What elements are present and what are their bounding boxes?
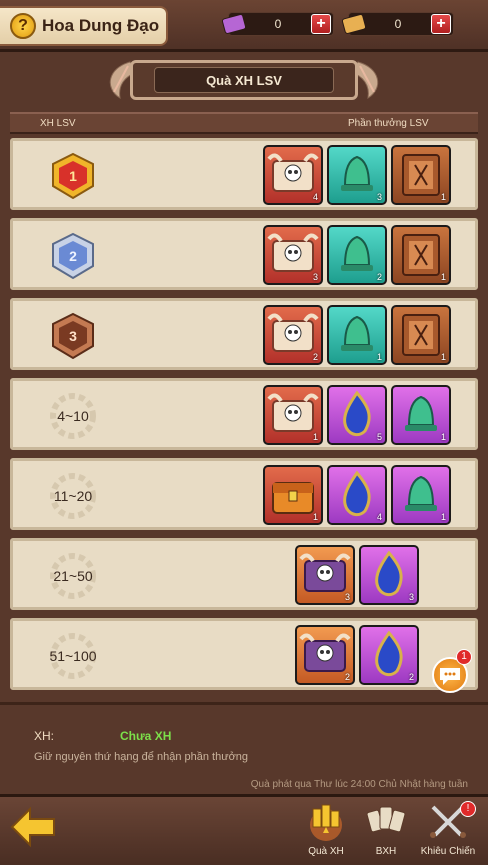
rank-value: 4~10 <box>57 408 89 424</box>
chat-notification-badge: 1 <box>456 649 472 665</box>
rank-value: 11~20 <box>53 488 93 504</box>
reward-item-jade-bell[interactable]: 2 <box>327 225 387 285</box>
col-reward-label: Phần thưởng LSV <box>348 118 429 129</box>
resource-value: 0 <box>394 17 402 31</box>
reward-row-rank-11-20: 11~20 1 4 1 <box>10 458 478 530</box>
help-button[interactable]: ? <box>10 13 36 39</box>
reward-row-rank-3: 3 2 1 1 <box>10 298 478 370</box>
item-count: 2 <box>312 352 318 362</box>
rank-range: 51~100 <box>43 631 103 681</box>
tab-rank-rewards[interactable]: Quà XH <box>296 799 356 865</box>
rank-status: Chưa XH <box>120 729 172 743</box>
tab-leaderboard[interactable]: BXH <box>356 799 416 865</box>
rank-badge-bronze: 3 <box>43 311 103 361</box>
title-tab: ? Hoa Dung Đạo <box>0 6 168 46</box>
col-rank-label: XH LSV <box>40 118 76 129</box>
resource-value: 0 <box>274 17 282 31</box>
reward-item-skull-chest[interactable]: 1 <box>263 385 323 445</box>
purple-ticket-icon <box>221 13 247 35</box>
reward-item-jade-bell[interactable]: 1 <box>327 305 387 365</box>
add-gold-ticket-button[interactable]: + <box>431 14 451 34</box>
item-count: 2 <box>344 672 350 682</box>
bottom-nav: Quà XH BXH Khiêu Chiến ! <box>0 794 488 864</box>
item-count: 3 <box>408 592 414 602</box>
reward-item-gold-chest[interactable]: 1 <box>263 465 323 525</box>
tab-label: BXH <box>375 846 397 857</box>
item-count: 1 <box>312 512 318 522</box>
reward-item-book[interactable]: 1 <box>391 145 451 205</box>
item-count: 3 <box>376 192 382 202</box>
info-panel: XH: Chưa XH Giữ nguyên thứ hạng để nhận … <box>0 702 488 794</box>
gold-ticket-icon <box>341 13 367 35</box>
reward-item-skull-chest[interactable]: 3 <box>263 225 323 285</box>
rank-label: XH: <box>34 729 55 743</box>
rank-range: 4~10 <box>43 391 103 441</box>
reward-item-skull-chest-purple[interactable]: 3 <box>295 545 355 605</box>
item-count: 3 <box>312 272 318 282</box>
tab-label: Quà XH <box>308 846 344 857</box>
rank-range: 11~20 <box>43 471 103 521</box>
reward-row-rank-2: 2 3 2 1 <box>10 218 478 290</box>
reward-row-rank-21-50: 21~50 3 3 <box>10 538 478 610</box>
reward-item-jade-bell[interactable]: 3 <box>327 145 387 205</box>
reward-row-rank-1: 1 4 3 1 <box>10 138 478 210</box>
resource-ticket-gold: 0 + <box>341 12 454 36</box>
chat-button[interactable]: 1 <box>432 649 472 693</box>
panel-title: Quà XH LSV <box>154 67 334 93</box>
reward-item-book[interactable]: 1 <box>391 305 451 365</box>
reward-item-book[interactable]: 1 <box>391 225 451 285</box>
item-count: 1 <box>440 432 446 442</box>
item-count: 1 <box>440 352 446 362</box>
rank-value: 1 <box>69 168 77 184</box>
rank-badge-gold: 1 <box>43 151 103 201</box>
challenge-notification-badge: ! <box>460 801 476 817</box>
item-count: 4 <box>312 192 318 202</box>
delivery-time-note: Quà phát qua Thư lúc 24:00 Chủ Nhật hàng… <box>250 779 468 790</box>
reward-item-skull-chest[interactable]: 4 <box>263 145 323 205</box>
item-count: 1 <box>312 432 318 442</box>
rank-value: 2 <box>69 248 77 264</box>
info-description: Giữ nguyên thứ hạng để nhận phần thưởng <box>34 751 249 763</box>
reward-item-skull-chest[interactable]: 2 <box>263 305 323 365</box>
item-count: 1 <box>376 352 382 362</box>
rank-range: 21~50 <box>43 551 103 601</box>
leaderboard-cards-icon <box>366 806 406 833</box>
item-count: 2 <box>376 272 382 282</box>
item-count: 2 <box>408 672 414 682</box>
top-bar: ? Hoa Dung Đạo 0 + 0 + <box>0 0 488 52</box>
item-count: 1 <box>440 512 446 522</box>
reward-row-rank-51-100: 51~100 2 2 <box>10 618 478 690</box>
reward-item-blue-gem[interactable]: 3 <box>359 545 419 605</box>
reward-item-jade-bell[interactable]: 1 <box>391 465 451 525</box>
reward-item-blue-gem[interactable]: 2 <box>359 625 419 685</box>
reward-item-skull-chest-purple[interactable]: 2 <box>295 625 355 685</box>
reward-item-blue-gem[interactable]: 5 <box>327 385 387 445</box>
reward-item-blue-gem[interactable]: 4 <box>327 465 387 525</box>
item-count: 3 <box>344 592 350 602</box>
rank-reward-icon <box>310 804 342 841</box>
back-arrow-icon[interactable] <box>8 805 58 849</box>
item-count: 5 <box>376 432 382 442</box>
column-header: XH LSV Phần thưởng LSV <box>10 112 478 134</box>
rank-badge-silver: 2 <box>43 231 103 281</box>
resource-ticket-purple: 0 + <box>221 12 334 36</box>
rank-value: 51~100 <box>49 648 97 664</box>
add-purple-ticket-button[interactable]: + <box>311 14 331 34</box>
page-title: Hoa Dung Đạo <box>42 16 160 35</box>
reward-row-rank-4-10: 4~10 1 5 1 <box>10 378 478 450</box>
item-count: 4 <box>376 512 382 522</box>
item-count: 1 <box>440 192 446 202</box>
panel-header: Quà XH LSV <box>130 60 358 100</box>
info-note: XH: Chưa XH Giữ nguyên thứ hạng để nhận … <box>20 713 476 793</box>
item-count: 1 <box>440 272 446 282</box>
tab-challenge[interactable]: Khiêu Chiến ! <box>418 799 478 865</box>
rank-value: 21~50 <box>53 568 93 584</box>
rank-value: 3 <box>69 328 77 344</box>
reward-item-jade-bell[interactable]: 1 <box>391 385 451 445</box>
tab-label: Khiêu Chiến <box>420 846 476 857</box>
